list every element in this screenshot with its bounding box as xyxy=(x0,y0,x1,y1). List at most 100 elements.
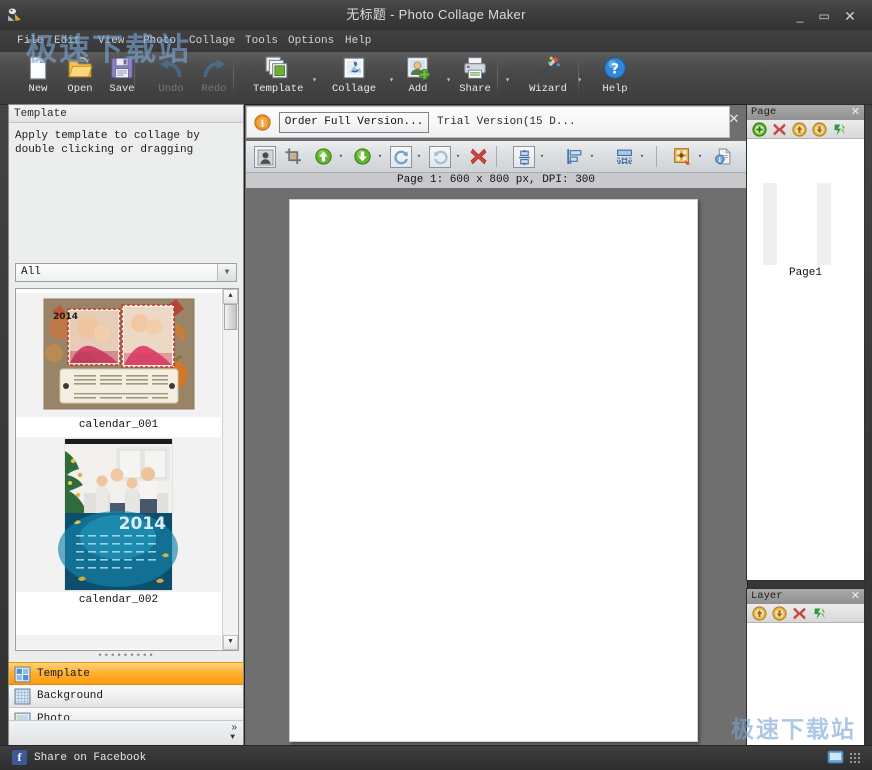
move-up-dropdown-arrow[interactable]: ▾ xyxy=(337,153,345,161)
close-button[interactable]: ✕ xyxy=(840,8,860,24)
wizard-dropdown-arrow[interactable]: ▾ xyxy=(575,76,584,85)
effects-frame-icon[interactable] xyxy=(671,146,693,168)
toolbar-separator xyxy=(233,60,234,94)
status-bar: f Share on Facebook xyxy=(0,745,872,770)
list-item[interactable]: 2014 calendar_001 xyxy=(16,293,221,431)
title-bar: 无标题 - Photo Collage Maker _ ▭ ✕ xyxy=(0,0,872,31)
distribute-icon[interactable] xyxy=(613,146,635,168)
align-left-dropdown-arrow[interactable]: ▾ xyxy=(588,153,596,161)
collage-canvas-page[interactable] xyxy=(289,199,698,742)
layer-down-icon[interactable] xyxy=(772,606,787,621)
layer-panel-close-button[interactable]: ✕ xyxy=(851,589,860,604)
move-down-icon[interactable] xyxy=(351,146,373,168)
facebook-icon: f xyxy=(12,750,27,765)
chevron-down-icon[interactable]: ▼ xyxy=(230,733,235,742)
toolbar-button-redo[interactable]: Redo xyxy=(190,54,238,102)
expand-more-icon[interactable]: » xyxy=(231,722,237,733)
toolbar-button-save[interactable]: Save xyxy=(98,54,146,102)
template-thumbnail[interactable]: 2014 xyxy=(16,437,221,592)
toolbar-label-new: New xyxy=(28,83,48,95)
menu-item-view[interactable]: View xyxy=(95,30,127,52)
add-page-icon[interactable] xyxy=(752,122,767,137)
toolbar-button-wizard[interactable]: Wizard xyxy=(524,54,572,102)
chevron-down-icon[interactable]: ▼ xyxy=(217,264,236,281)
refresh-icon[interactable] xyxy=(832,122,847,137)
sidebar-item-template[interactable]: Template xyxy=(9,662,243,685)
rotate-cw-dropdown-arrow[interactable]: ▾ xyxy=(415,153,423,161)
move-down-page-icon[interactable] xyxy=(812,122,827,137)
toolbar-button-add[interactable]: Add xyxy=(394,54,442,102)
toolbar-label-redo: Redo xyxy=(201,83,227,95)
template-thumbnail[interactable] xyxy=(16,635,221,649)
layer-panel-title: Layer xyxy=(751,590,783,602)
layer-up-icon[interactable] xyxy=(752,606,767,621)
toolbar-button-undo[interactable]: Undo xyxy=(147,54,195,102)
template-dropdown-arrow[interactable]: ▾ xyxy=(310,76,319,85)
toolbar-button-template[interactable]: Template xyxy=(253,54,304,102)
page-thumb-stripe-right xyxy=(817,183,831,265)
toolbar-button-share[interactable]: Share xyxy=(451,54,499,102)
sidebar-item-background[interactable]: Background xyxy=(9,685,243,708)
toolbar-label-wizard: Wizard xyxy=(529,83,567,95)
scroll-down-button[interactable]: ▼ xyxy=(223,635,238,650)
page-panel-close-button[interactable]: ✕ xyxy=(851,105,860,120)
order-full-version-button[interactable]: Order Full Version... xyxy=(279,112,429,133)
align-vertical-icon[interactable] xyxy=(513,146,535,168)
menu-item-options[interactable]: Options xyxy=(285,30,337,52)
refresh-layer-icon[interactable] xyxy=(812,606,827,621)
toolbar-label-template: Template xyxy=(253,83,304,95)
scrollbar-thumb[interactable] xyxy=(224,304,237,330)
portrait-photo-icon[interactable] xyxy=(254,146,276,168)
template-grid-icon xyxy=(14,666,31,683)
canvas-area[interactable] xyxy=(246,188,746,746)
delete-layer-icon[interactable] xyxy=(792,606,807,621)
layer-panel-body[interactable] xyxy=(747,623,864,747)
toolbar-button-open[interactable]: Open xyxy=(56,54,104,102)
toolbar-button-help[interactable]: ? Help xyxy=(591,54,639,102)
template-list-scrollbar[interactable]: ▲ ▼ xyxy=(222,289,238,650)
scroll-up-button[interactable]: ▲ xyxy=(223,289,238,304)
page-panel-body[interactable]: Page1 xyxy=(747,139,864,580)
effects-dropdown-arrow[interactable]: ▾ xyxy=(696,153,704,161)
toolbar-separator xyxy=(656,146,657,167)
toolbar-label-save: Save xyxy=(109,83,135,95)
maximize-button[interactable]: ▭ xyxy=(814,8,834,24)
menu-item-photo[interactable]: Photo xyxy=(140,30,179,52)
crop-icon[interactable] xyxy=(282,146,304,168)
align-left-icon[interactable] xyxy=(563,146,585,168)
delete-page-icon[interactable] xyxy=(772,122,787,137)
rotate-ccw-dropdown-arrow[interactable]: ▾ xyxy=(454,153,462,161)
template-list[interactable]: 2014 calendar_001 2014 calendar_002 ▲ ▼ xyxy=(15,288,239,651)
status-bar-right-tools[interactable] xyxy=(826,748,866,768)
template-thumbnail[interactable]: 2014 xyxy=(16,293,221,417)
align-vertical-dropdown-arrow[interactable]: ▾ xyxy=(538,153,546,161)
properties-icon[interactable]: i xyxy=(712,146,734,168)
sidebar-label-template: Template xyxy=(37,668,90,680)
list-item[interactable]: 2014 calendar_002 xyxy=(16,437,221,606)
template-filter-select[interactable]: All ▼ xyxy=(15,263,237,282)
move-down-dropdown-arrow[interactable]: ▾ xyxy=(376,153,384,161)
rotate-ccw-icon[interactable] xyxy=(429,146,451,168)
delete-x-icon[interactable] xyxy=(467,146,489,168)
menu-item-tools[interactable]: Tools xyxy=(242,30,281,52)
trial-bar-close-button[interactable]: ✕ xyxy=(726,111,742,127)
share-dropdown-arrow[interactable]: ▾ xyxy=(503,76,512,85)
distribute-dropdown-arrow[interactable]: ▾ xyxy=(638,153,646,161)
toolbar-button-collage[interactable]: Collage xyxy=(330,54,378,102)
move-up-icon[interactable] xyxy=(312,146,334,168)
menu-item-help[interactable]: Help xyxy=(342,30,374,52)
toolbar-label-collage: Collage xyxy=(331,83,377,95)
rotate-cw-icon[interactable] xyxy=(390,146,412,168)
category-expand-bar[interactable]: » ▼ xyxy=(9,720,243,747)
template-name: calendar_001 xyxy=(78,419,159,431)
toolbar-button-new[interactable]: New xyxy=(14,54,62,102)
template-stack-icon xyxy=(253,54,301,84)
menu-item-collage[interactable]: Collage xyxy=(186,30,238,52)
move-up-page-icon[interactable] xyxy=(792,122,807,137)
menu-item-file[interactable]: File xyxy=(14,30,46,52)
list-item[interactable] xyxy=(16,635,221,650)
page-thumbnail[interactable] xyxy=(763,183,848,265)
menu-item-edit[interactable]: Edit xyxy=(51,30,83,52)
share-on-facebook-label: Share on Facebook xyxy=(34,752,147,764)
minimize-button[interactable]: _ xyxy=(790,8,810,24)
